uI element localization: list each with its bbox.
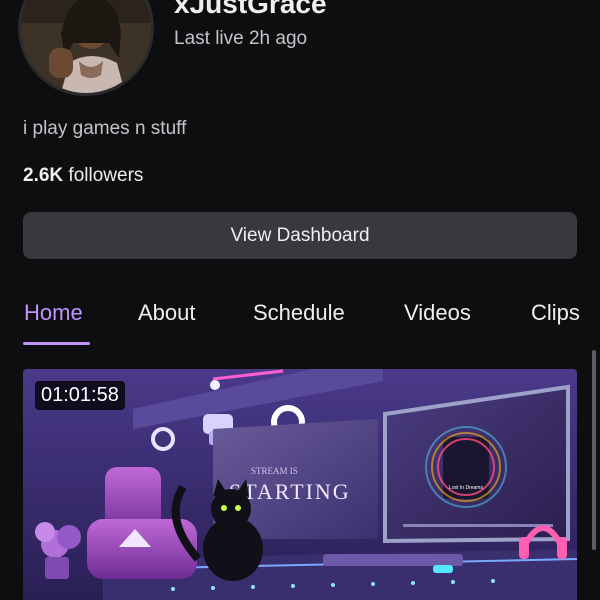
tab-about[interactable]: About	[138, 300, 196, 326]
channel-avatar[interactable]	[18, 0, 154, 96]
last-live-status: Last live 2h ago	[174, 28, 308, 49]
followers-count: 2.6K followers	[23, 165, 143, 187]
player-caption: Lost In Dreams	[449, 485, 483, 491]
channel-bio: i play games n stuff	[23, 118, 187, 139]
tab-home[interactable]: Home	[24, 300, 83, 326]
followers-label: followers	[63, 165, 144, 186]
scrollbar[interactable]	[592, 350, 596, 550]
followers-number: 2.6K	[23, 165, 64, 186]
video-duration-badge: 01:01:58	[35, 381, 125, 410]
channel-name: xJustGrace	[174, 0, 327, 19]
avatar-image	[21, 0, 151, 93]
video-thumbnail[interactable]: STREAM IS STARTING Lost In Dreams 01:01:…	[23, 369, 577, 600]
tab-clips[interactable]: Clips	[531, 300, 580, 326]
view-dashboard-button[interactable]: View Dashboard	[23, 212, 577, 259]
screen-subtext: STREAM IS	[251, 466, 298, 476]
active-tab-indicator	[23, 342, 90, 345]
tab-schedule[interactable]: Schedule	[253, 300, 345, 326]
channel-tabs: Home About Schedule Videos Clips	[0, 296, 600, 346]
tab-videos[interactable]: Videos	[404, 300, 471, 326]
